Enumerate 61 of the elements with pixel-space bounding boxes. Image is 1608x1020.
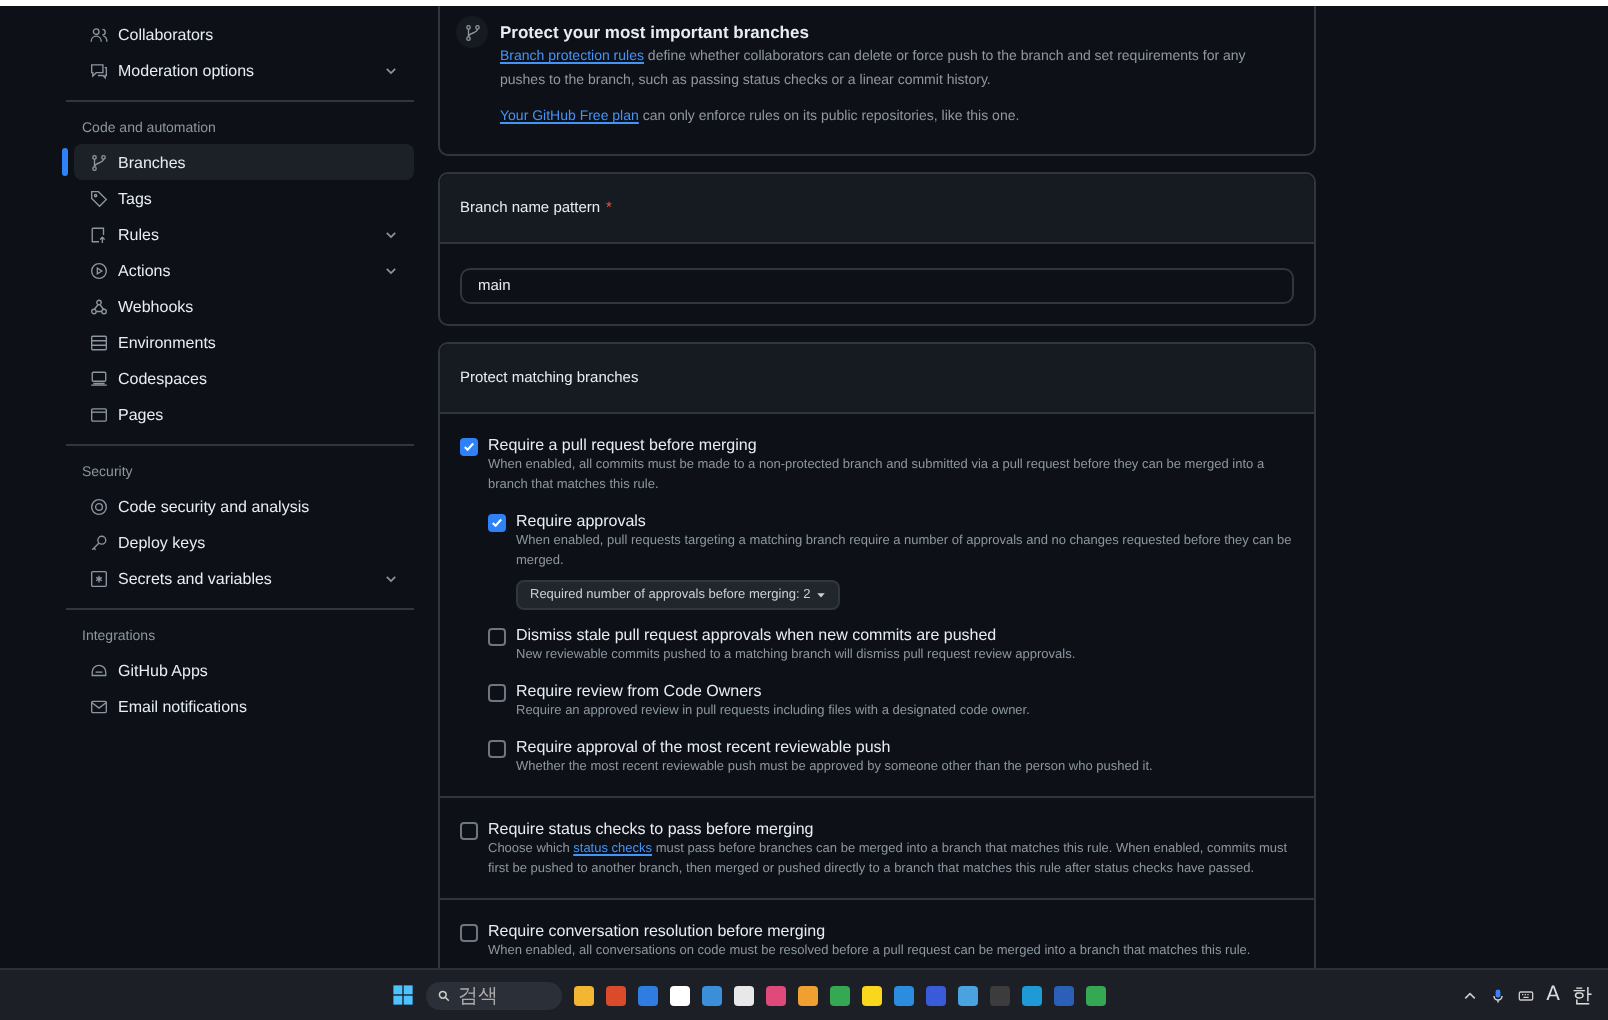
sidebar-item[interactable]: Secrets and variables — [74, 560, 414, 596]
asterisk-icon — [90, 569, 108, 587]
comment-icon — [90, 61, 108, 79]
sidebar-item[interactable]: Collaborators — [74, 16, 414, 52]
checkbox[interactable] — [488, 683, 506, 701]
start-icon[interactable] — [392, 984, 414, 1006]
sidebar-item[interactable]: GitHub Apps — [74, 652, 414, 688]
play-icon — [90, 261, 108, 279]
checkbox[interactable] — [488, 627, 506, 645]
app-icon[interactable] — [862, 985, 882, 1005]
keyboard-icon[interactable] — [1518, 987, 1535, 1003]
app-icon[interactable] — [734, 985, 754, 1005]
key-icon — [90, 533, 108, 551]
sidebar-item[interactable]: Rules — [74, 216, 414, 252]
chevron-down-icon — [384, 227, 398, 241]
rule-label: Require approval of the most recent reviewable push — [516, 737, 893, 755]
chevron-up-icon[interactable] — [1462, 987, 1479, 1003]
mail-icon — [90, 697, 108, 715]
webhook-icon — [90, 297, 108, 315]
sidebar-item[interactable]: Code security and analysis — [74, 488, 414, 524]
sidebar-item[interactable]: Codespaces — [74, 360, 414, 396]
app-icon[interactable] — [574, 985, 594, 1005]
app-icon[interactable] — [798, 985, 818, 1005]
sidebar-item[interactable]: Actions — [74, 252, 414, 288]
server-icon — [90, 333, 108, 351]
app-icon[interactable] — [670, 985, 690, 1005]
rule-label: Require review from Code Owners — [516, 681, 764, 699]
checkbox[interactable] — [488, 513, 506, 531]
sidebar-item[interactable]: Deploy keys — [74, 524, 414, 560]
people-icon — [90, 25, 108, 43]
taskbar-search-field[interactable]: 검색 — [426, 981, 562, 1009]
checkbox[interactable] — [460, 923, 478, 941]
rules-icon — [90, 225, 108, 243]
checkbox[interactable] — [460, 821, 478, 839]
branch-icon — [90, 153, 108, 171]
branch-icon — [463, 23, 481, 41]
rule-label: Require approvals — [516, 511, 648, 529]
chevron-down-icon — [384, 571, 398, 585]
intro-title: Protect your most important branches — [500, 22, 811, 42]
caret-icon — [816, 589, 827, 599]
rule-label: Dismiss stale pull request approvals when new commits are pushed — [516, 625, 999, 643]
checkbox[interactable] — [460, 437, 478, 455]
sidebar-item[interactable]: Webhooks — [74, 288, 414, 324]
sidebar-item[interactable]: Email notifications — [74, 688, 414, 724]
rule-label: Require status checks to pass before merging — [488, 819, 816, 837]
rule-label: Require a pull request before merging — [488, 435, 759, 453]
sidebar-item[interactable]: Environments — [74, 324, 414, 360]
chevron-down-icon — [384, 63, 398, 77]
sidebar-item[interactable]: Moderation options — [74, 52, 414, 88]
tray-text[interactable]: 한 — [1572, 981, 1592, 1009]
checkbox[interactable] — [488, 739, 506, 757]
microphone-icon[interactable] — [1490, 987, 1507, 1003]
sidebar-item[interactable]: Pages — [74, 396, 414, 432]
sidebar-item[interactable]: Tags — [74, 180, 414, 216]
tag-icon — [90, 189, 108, 207]
rule-label: Require conversation resolution before merging — [488, 921, 828, 939]
chevron-down-icon — [384, 263, 398, 277]
app-icon[interactable] — [958, 985, 978, 1005]
tray-text[interactable]: A — [1546, 984, 1560, 1006]
search-icon — [438, 989, 450, 1001]
window-icon — [90, 405, 108, 423]
